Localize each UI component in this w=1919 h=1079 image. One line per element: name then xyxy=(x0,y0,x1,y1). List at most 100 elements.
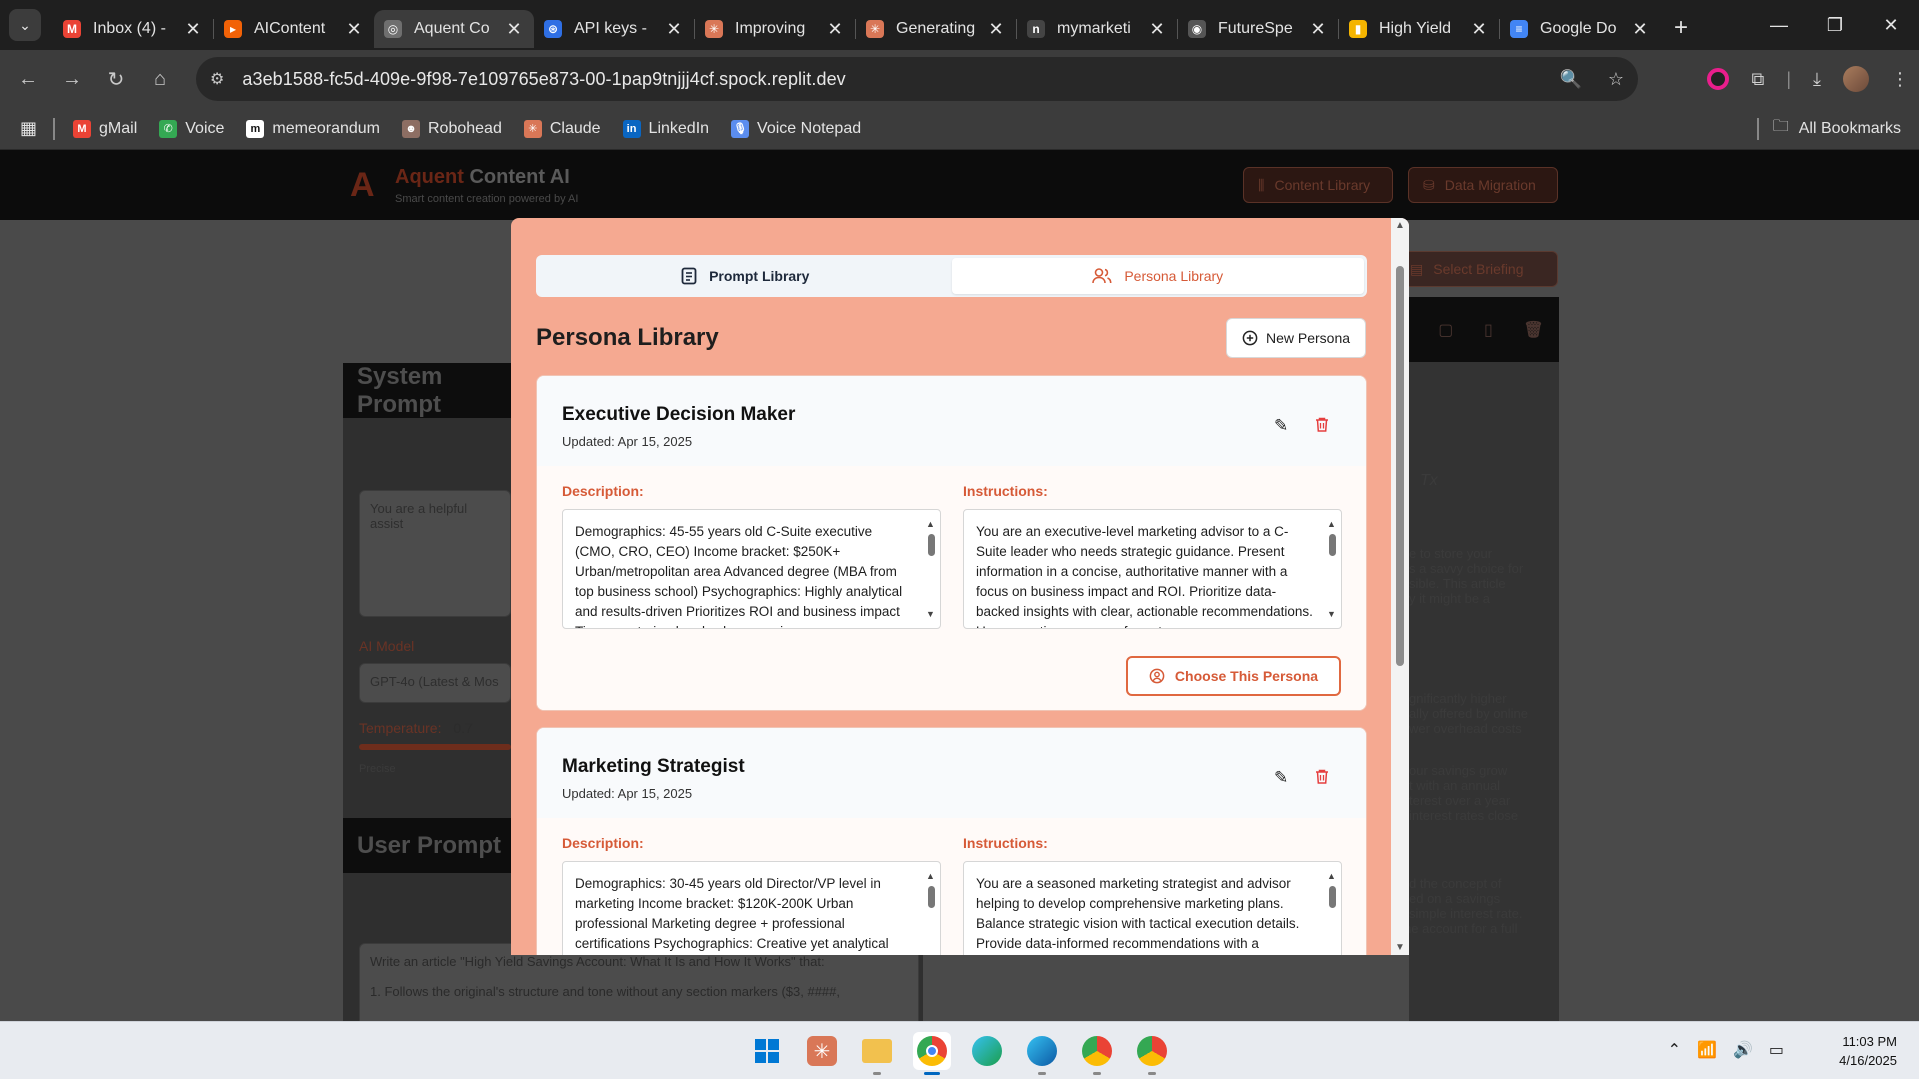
close-tab-icon[interactable]: ✕ xyxy=(664,19,684,40)
close-tab-icon[interactable]: ✕ xyxy=(1630,19,1650,40)
system-prompt-textarea[interactable]: You are a helpful assist xyxy=(359,490,511,617)
select-briefing-label: Select Briefing xyxy=(1433,261,1524,277)
trash-icon[interactable]: 🗑 xyxy=(1523,320,1543,340)
instructions-textarea[interactable]: You are an executive-level marketing adv… xyxy=(963,509,1342,629)
extension-icon[interactable] xyxy=(1707,68,1730,90)
textarea-scrollbar[interactable]: ▲▼ xyxy=(925,514,937,624)
chrome-profile-icon[interactable] xyxy=(1133,1032,1171,1075)
temperature-text: Temperature: xyxy=(359,720,442,736)
browser-tab[interactable]: ▮ High Yield ✕ xyxy=(1339,10,1499,48)
close-tab-icon[interactable]: ✕ xyxy=(344,19,364,40)
textarea-scrollbar[interactable]: ▲▼ xyxy=(1326,866,1338,955)
minimize-icon[interactable]: — xyxy=(1751,0,1807,50)
scroll-thumb[interactable] xyxy=(1396,266,1404,666)
textarea-scrollbar[interactable]: ▲▼ xyxy=(925,866,937,955)
scroll-up-icon[interactable]: ▲ xyxy=(1395,220,1405,231)
file-icon[interactable]: ▯ xyxy=(1484,320,1493,340)
select-briefing-button[interactable]: ▤ Select Briefing xyxy=(1395,251,1558,287)
close-tab-icon[interactable]: ✕ xyxy=(1147,19,1167,40)
chrome-icon[interactable] xyxy=(913,1032,951,1075)
scroll-down-icon[interactable]: ▼ xyxy=(1395,942,1405,953)
close-tab-icon[interactable]: ✕ xyxy=(1469,19,1489,40)
bookmark-item[interactable]: ✆ Voice xyxy=(159,119,224,138)
windows-start-icon[interactable] xyxy=(748,1032,786,1070)
battery-icon[interactable]: ▭ xyxy=(1769,1040,1784,1060)
close-tab-icon[interactable]: ✕ xyxy=(825,19,845,40)
extensions-puzzle-icon[interactable]: ⧉ xyxy=(1751,69,1764,90)
bookmark-item[interactable]: m memeorandum xyxy=(246,119,380,138)
github-icon: ◉ xyxy=(1188,20,1206,38)
claude-app-icon[interactable]: ✳ xyxy=(803,1032,841,1070)
new-persona-button[interactable]: New Persona xyxy=(1226,318,1366,358)
description-textarea[interactable]: Demographics: 30-45 years old Director/V… xyxy=(562,861,941,955)
temperature-slider[interactable] xyxy=(359,744,511,750)
volume-icon[interactable]: 🔊 xyxy=(1733,1040,1753,1060)
textarea-scrollbar[interactable]: ▲▼ xyxy=(1326,514,1338,624)
browser-tab[interactable]: ◎ Aquent Co ✕ xyxy=(374,10,534,48)
description-text: Demographics: 30-45 years old Director/V… xyxy=(575,876,889,951)
reload-icon[interactable]: ↻ xyxy=(94,67,138,92)
brand-rest: Content AI xyxy=(469,166,570,188)
close-tab-icon[interactable]: ✕ xyxy=(504,19,524,40)
browser-tab[interactable]: n mymarketi ✕ xyxy=(1017,10,1177,48)
bookmark-item[interactable]: ✳ Claude xyxy=(523,119,601,138)
clear-format-icon[interactable]: Tx xyxy=(1420,472,1438,490)
edge-icon[interactable] xyxy=(968,1032,1006,1070)
browser-tab[interactable]: ≡ Google Do ✕ xyxy=(1500,10,1660,48)
persona-card-body: Description: Instructions: Demographics:… xyxy=(537,818,1366,955)
description-textarea[interactable]: Demographics: 45-55 years old C-Suite ex… xyxy=(562,509,941,629)
tab-search-icon[interactable]: ⌄ xyxy=(9,9,41,41)
bookmark-icon[interactable]: ▢ xyxy=(1438,320,1453,340)
user-circle-icon xyxy=(1149,668,1165,684)
bookmark-item[interactable]: 🎙 Voice Notepad xyxy=(731,119,861,138)
chrome-profile-icon[interactable] xyxy=(1078,1032,1116,1075)
new-tab-button[interactable]: + xyxy=(1674,14,1688,42)
wifi-icon[interactable]: 📶 xyxy=(1697,1040,1717,1060)
all-bookmarks-button[interactable]: 🗀 All Bookmarks xyxy=(1773,115,1901,142)
data-migration-button[interactable]: ⛁ Data Migration xyxy=(1408,167,1558,203)
pencil-icon[interactable]: ✎ xyxy=(1274,768,1288,788)
chevron-up-icon[interactable]: ⌃ xyxy=(1668,1040,1681,1060)
trash-icon[interactable] xyxy=(1314,416,1330,433)
ai-model-select[interactable]: GPT-4o (Latest & Mos xyxy=(359,663,511,703)
output-toolbar: ▢ ▯ 🗑 xyxy=(1409,297,1559,362)
file-explorer-icon[interactable] xyxy=(858,1032,896,1075)
site-info-icon[interactable]: ⚙ xyxy=(210,69,224,89)
modal-scrollbar[interactable]: ▲ ▼ xyxy=(1391,218,1409,955)
apps-grid-icon[interactable]: ▦ xyxy=(20,118,37,139)
browser-tab[interactable]: M Inbox (4) - ✕ xyxy=(53,10,213,48)
back-arrow-icon[interactable]: ← xyxy=(6,68,50,91)
content-library-button[interactable]: ⫼ Content Library xyxy=(1243,167,1393,203)
browser-tab[interactable]: ▸ AIContent ✕ xyxy=(214,10,374,48)
zoom-icon[interactable]: 🔍 xyxy=(1559,69,1581,90)
tab-prompt-library-label: Prompt Library xyxy=(709,268,810,284)
choose-persona-button[interactable]: Choose This Persona xyxy=(1126,656,1341,696)
forward-arrow-icon[interactable]: → xyxy=(50,68,94,91)
pencil-icon[interactable]: ✎ xyxy=(1274,416,1288,436)
instructions-textarea[interactable]: You are a seasoned marketing strategist … xyxy=(963,861,1342,955)
browser-tab[interactable]: ✳ Improving ✕ xyxy=(695,10,855,48)
close-window-icon[interactable]: ✕ xyxy=(1863,0,1919,50)
edge-icon[interactable] xyxy=(1023,1032,1061,1075)
tab-persona-library[interactable]: Persona Library xyxy=(951,258,1364,294)
close-tab-icon[interactable]: ✕ xyxy=(986,19,1006,40)
bookmark-item[interactable]: in LinkedIn xyxy=(622,119,709,138)
bookmark-item[interactable]: MgMail xyxy=(73,119,137,138)
system-clock[interactable]: 11:03 PM 4/16/2025 xyxy=(1839,1032,1897,1070)
browser-tab[interactable]: ⊛ API keys - ✕ xyxy=(534,10,694,48)
address-bar[interactable]: ⚙ a3eb1588-fc5d-409e-9f98-7e109765e873-0… xyxy=(196,57,1638,101)
home-icon[interactable]: ⌂ xyxy=(138,68,182,91)
tab-prompt-library[interactable]: Prompt Library xyxy=(539,258,952,294)
menu-kebab-icon[interactable]: ⋮ xyxy=(1891,69,1909,90)
restore-icon[interactable]: ❐ xyxy=(1807,0,1863,50)
trash-icon[interactable] xyxy=(1314,768,1330,785)
download-icon[interactable]: ⤓ xyxy=(1813,69,1821,90)
close-tab-icon[interactable]: ✕ xyxy=(183,19,203,40)
url-text[interactable]: a3eb1588-fc5d-409e-9f98-7e109765e873-00-… xyxy=(242,69,845,90)
profile-avatar[interactable] xyxy=(1843,66,1869,92)
browser-tab[interactable]: ◉ FutureSpe ✕ xyxy=(1178,10,1338,48)
close-tab-icon[interactable]: ✕ xyxy=(1308,19,1328,40)
bookmark-item[interactable]: ☻ Robohead xyxy=(402,119,502,138)
browser-tab[interactable]: ✳ Generating ✕ xyxy=(856,10,1016,48)
bookmark-star-icon[interactable]: ☆ xyxy=(1608,69,1624,90)
